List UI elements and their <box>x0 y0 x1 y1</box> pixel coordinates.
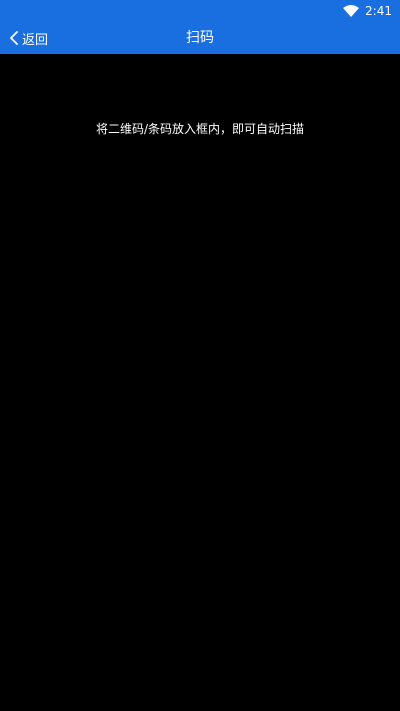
scan-hint: 将二维码/条码放入框内，即可自动扫描 <box>95 122 305 136</box>
scan-screen: 2:41 返回 扫码 将二维码/条码放入框内，即可自动扫描 <box>0 0 400 711</box>
back-label: 返回 <box>22 32 49 48</box>
camera-viewfinder[interactable]: 将二维码/条码放入框内，即可自动扫描 <box>0 54 400 711</box>
status-bar: 2:41 <box>0 0 400 22</box>
app-bar: 返回 扫码 <box>0 22 400 54</box>
status-icons: 2:41 <box>343 3 392 19</box>
status-time: 2:41 <box>365 4 392 18</box>
wifi-icon <box>343 5 360 17</box>
page-title: 扫码 <box>186 30 214 46</box>
chevron-left-icon <box>10 31 18 45</box>
back-button[interactable]: 返回 <box>8 22 48 54</box>
